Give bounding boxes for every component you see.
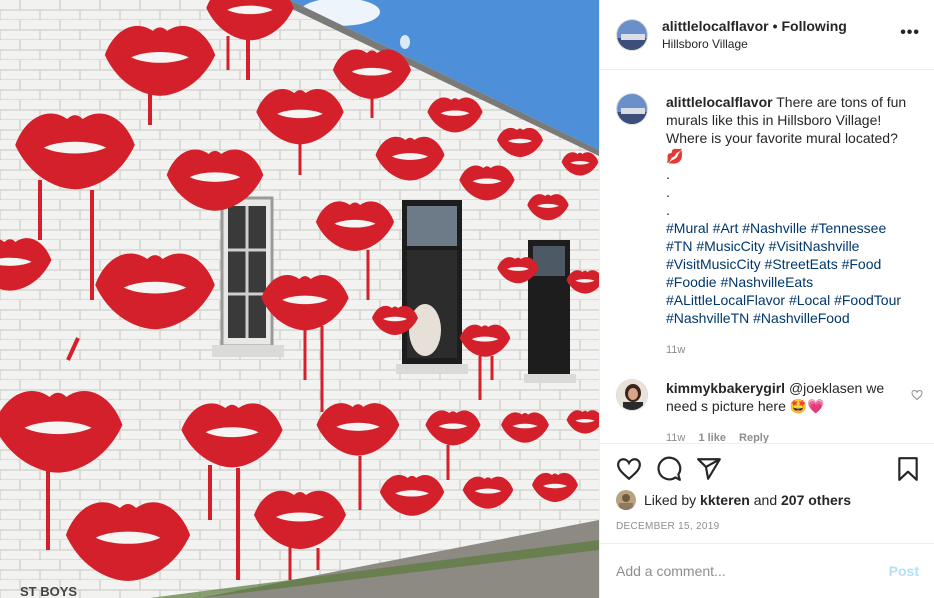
liked-by-label: Liked by (644, 492, 697, 508)
more-options-icon[interactable]: ••• (900, 24, 920, 42)
lips-mural-image: ST BOYS (0, 0, 599, 598)
comment-icon[interactable] (656, 456, 682, 482)
caption: alittlelocalflavor There are tons of fun… (600, 71, 934, 359)
paper-plane-icon[interactable] (696, 456, 722, 482)
post-actions: Liked by kkteren and 207 others DECEMBER… (600, 443, 934, 543)
following-button[interactable]: Following (782, 18, 847, 34)
likes-and-label: and (753, 492, 778, 508)
post-photo[interactable]: ST BOYS (0, 0, 599, 598)
add-comment-bar: Post (600, 543, 934, 598)
others-link[interactable]: 207 others (781, 492, 851, 508)
commenter-avatar[interactable] (616, 379, 648, 411)
caption-avatar[interactable] (616, 93, 648, 125)
instagram-post: ST BOYS alittlelocalflavor • Following Hil… (0, 0, 934, 598)
bookmark-icon[interactable] (895, 456, 921, 482)
comment-likes-link[interactable]: 1 like (698, 432, 726, 443)
post-button[interactable]: Post (889, 563, 919, 579)
comments-list[interactable]: alittlelocalflavor There are tons of fun… (600, 71, 934, 443)
comment-time[interactable]: 11w (666, 432, 685, 443)
caption-dot: . (666, 184, 670, 200)
avatar-image-icon (617, 94, 647, 124)
separator-dot: • (772, 18, 778, 34)
comment-input[interactable] (616, 563, 889, 579)
liker-username-link[interactable]: kkteren (700, 492, 750, 508)
reply-button[interactable]: Reply (739, 432, 769, 443)
caption-dot: . (666, 202, 670, 218)
avatar-image-icon (617, 380, 647, 410)
window (396, 200, 468, 374)
wall-text: ST BOYS (20, 584, 77, 598)
author-username-link[interactable]: alittlelocalflavor (662, 18, 769, 34)
caption-hashtags[interactable]: #Mural #Art #Nashville #Tennessee #TN #M… (666, 219, 916, 327)
likes-summary: Liked by kkteren and 207 others (616, 490, 851, 510)
commenter-username-link[interactable]: kimmykbakerygirl (666, 380, 785, 396)
heart-icon[interactable] (616, 456, 642, 482)
author-avatar[interactable] (616, 18, 648, 51)
caption-timestamp[interactable]: 11w (666, 341, 916, 359)
post-date[interactable]: DECEMBER 15, 2019 (616, 521, 719, 532)
location-link[interactable]: Hillsboro Village (662, 37, 847, 51)
avatar-image-icon (617, 19, 647, 50)
window (212, 196, 284, 357)
avatar-image-icon (616, 490, 636, 510)
comment-item: kimmykbakerygirl @joeklasen we need s pi… (600, 359, 934, 443)
heart-outline-icon[interactable] (911, 389, 923, 401)
caption-dot: . (666, 166, 670, 182)
post-header: alittlelocalflavor • Following Hillsboro V… (600, 0, 934, 70)
caption-username-link[interactable]: alittlelocalflavor (666, 94, 773, 110)
post-side-panel: alittlelocalflavor • Following Hillsboro V… (599, 0, 934, 598)
liker-avatar[interactable] (616, 490, 636, 510)
